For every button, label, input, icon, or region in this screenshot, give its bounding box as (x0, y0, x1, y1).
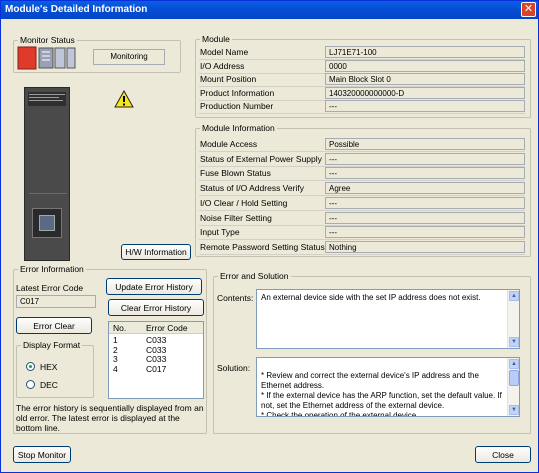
error-solution-legend: Error and Solution (220, 271, 289, 281)
monitoring-status-field: Monitoring (93, 49, 165, 65)
history-col-no: No. (113, 323, 127, 333)
latest-error-code-field: C017 (16, 295, 96, 308)
dec-label: DEC (40, 380, 58, 390)
field-label: Production Number (200, 101, 274, 111)
field-value: Main Block Slot 0 (325, 73, 525, 85)
field-label: Status of External Power Supply (200, 153, 322, 164)
field-value: LJ71E71-100 (325, 46, 525, 58)
monitor-status-icon (17, 46, 87, 70)
field-value: --- (325, 167, 525, 180)
field-value: --- (325, 226, 525, 239)
latest-error-code-label: Latest Error Code (16, 283, 84, 293)
error-clear-button[interactable]: Error Clear (16, 317, 92, 334)
contents-scrollbar[interactable]: ▲ ▼ (507, 290, 519, 348)
module-legend: Module (202, 34, 230, 44)
scroll-down-icon[interactable]: ▼ (509, 405, 519, 415)
field-value: Possible (325, 138, 525, 150)
title-bar: Module's Detailed Information ✕ (1, 1, 538, 19)
clear-error-history-button[interactable]: Clear Error History (108, 299, 204, 316)
window-title: Module's Detailed Information (5, 4, 148, 15)
history-col-code: Error Code (146, 323, 188, 333)
history-row-code[interactable]: C033 (146, 354, 166, 364)
field-value: Nothing (325, 240, 525, 253)
history-row-code[interactable]: C033 (146, 335, 166, 345)
dec-radio[interactable] (26, 380, 35, 389)
error-history-note: The error history is sequentially displa… (16, 403, 204, 433)
field-value: --- (325, 211, 525, 224)
field-label: Input Type (200, 227, 240, 238)
solution-label: Solution: (217, 363, 251, 373)
field-value: 0000 (325, 59, 525, 72)
history-row-code[interactable]: C017 (146, 364, 166, 374)
module-information-legend: Module Information (202, 123, 275, 133)
solution-textarea[interactable]: * Review and correct the external device… (256, 357, 520, 417)
scroll-down-icon[interactable]: ▼ (509, 337, 519, 347)
detail-window: Module's Detailed Information ✕ Monitor … (0, 0, 539, 473)
scroll-thumb[interactable] (509, 370, 519, 386)
field-label: Status of I/O Address Verify (200, 183, 304, 194)
field-label: I/O Address (200, 60, 245, 71)
error-information-legend: Error Information (20, 264, 84, 274)
history-row-no[interactable]: 4 (113, 364, 118, 374)
history-row-no[interactable]: 2 (113, 345, 118, 355)
close-icon[interactable]: ✕ (521, 2, 536, 17)
module-image (24, 87, 70, 261)
field-value: Agree (325, 182, 525, 195)
hw-information-button[interactable]: H/W Information (121, 244, 191, 260)
field-label: Fuse Blown Status (200, 168, 271, 179)
field-label: Noise Filter Setting (200, 212, 272, 223)
field-label: Module Access (200, 139, 258, 149)
scroll-up-icon[interactable]: ▲ (509, 359, 519, 369)
close-button[interactable]: Close (475, 446, 531, 463)
display-format-legend: Display Format (23, 340, 81, 350)
field-value: 140320000000000-D (325, 86, 525, 99)
field-value: --- (325, 152, 525, 165)
contents-textarea[interactable]: An external device side with the set IP … (256, 289, 520, 349)
solution-text: * Review and correct the external device… (261, 371, 502, 417)
stop-monitor-button[interactable]: Stop Monitor (13, 446, 71, 463)
field-label: Mount Position (200, 74, 257, 84)
field-label: Model Name (200, 47, 249, 57)
history-row-no[interactable]: 3 (113, 354, 118, 364)
history-row-code[interactable]: C033 (146, 345, 166, 355)
monitor-status-legend: Monitor Status (20, 35, 75, 45)
hex-radio[interactable] (26, 362, 35, 371)
field-label: Remote Password Setting Status (200, 241, 325, 252)
history-row-no[interactable]: 1 (113, 335, 118, 345)
field-label: Product Information (200, 87, 275, 98)
field-value: --- (325, 100, 525, 112)
update-error-history-button[interactable]: Update Error History (106, 278, 202, 295)
hex-label: HEX (40, 362, 58, 372)
field-label: I/O Clear / Hold Setting (200, 197, 288, 208)
contents-label: Contents: (217, 293, 254, 303)
solution-scrollbar[interactable]: ▲ ▼ (507, 358, 519, 416)
warning-icon (114, 89, 134, 108)
contents-text: An external device side with the set IP … (261, 293, 481, 302)
field-value: --- (325, 196, 525, 209)
scroll-up-icon[interactable]: ▲ (509, 291, 519, 301)
